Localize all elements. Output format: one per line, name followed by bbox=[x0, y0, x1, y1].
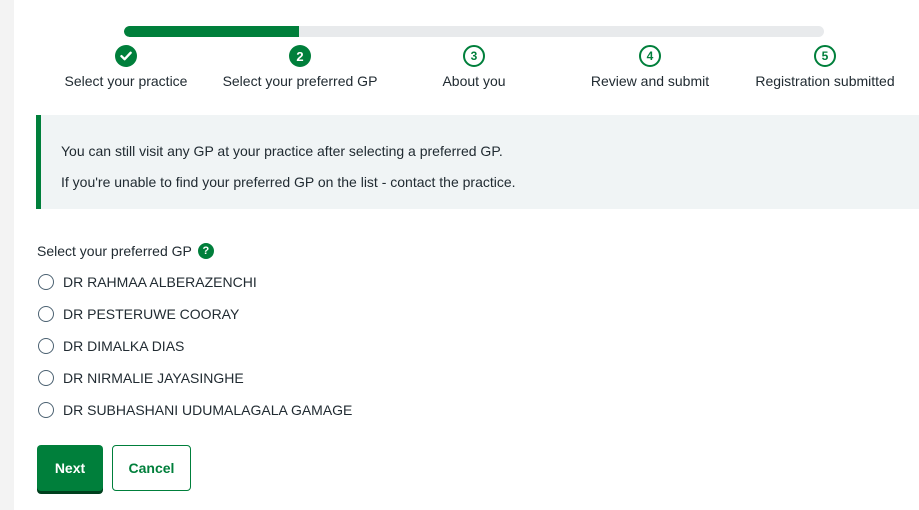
step-label: Registration submitted bbox=[755, 73, 895, 89]
gp-radio-option[interactable]: DR SUBHASHANI UDUMALAGALA GAMAGE bbox=[38, 397, 352, 429]
step-label: Select your preferred GP bbox=[222, 73, 378, 89]
step-select-practice: Select your practice bbox=[56, 45, 196, 89]
progress-bar bbox=[124, 26, 824, 37]
step-number-badge: 4 bbox=[639, 45, 661, 67]
gp-radio-option[interactable]: DR NIRMALIE JAYASINGHE bbox=[38, 365, 352, 397]
radio-button[interactable] bbox=[38, 338, 54, 354]
inset-line: If you're unable to find your preferred … bbox=[61, 174, 516, 190]
info-inset-text: You can still visit any GP at your pract… bbox=[36, 115, 919, 209]
step-label: Review and submit bbox=[590, 73, 710, 89]
gp-radio-option[interactable]: DR PESTERUWE COORAY bbox=[38, 301, 352, 333]
help-icon[interactable]: ? bbox=[197, 243, 214, 259]
radio-label[interactable]: DR NIRMALIE JAYASINGHE bbox=[63, 370, 244, 386]
gp-fieldset-legend: Select your preferred GP ? bbox=[37, 243, 214, 259]
gp-radio-option[interactable]: DR RAHMAA ALBERAZENCHI bbox=[38, 269, 352, 301]
step-number-badge: 2 bbox=[289, 45, 311, 67]
gp-radio-group: DR RAHMAA ALBERAZENCHI DR PESTERUWE COOR… bbox=[38, 269, 352, 429]
legend-text: Select your preferred GP bbox=[37, 243, 192, 259]
radio-button[interactable] bbox=[38, 370, 54, 386]
step-review-submit: 4 Review and submit bbox=[574, 45, 726, 89]
inset-line: You can still visit any GP at your pract… bbox=[61, 143, 503, 159]
radio-label[interactable]: DR SUBHASHANI UDUMALAGALA GAMAGE bbox=[63, 402, 352, 418]
radio-label[interactable]: DR RAHMAA ALBERAZENCHI bbox=[63, 274, 257, 290]
step-label: About you bbox=[442, 73, 506, 89]
next-button[interactable]: Next bbox=[37, 445, 103, 491]
step-number-badge: 5 bbox=[814, 45, 836, 67]
step-label: Select your practice bbox=[64, 73, 188, 89]
radio-label[interactable]: DR DIMALKA DIAS bbox=[63, 338, 184, 354]
step-number-badge: 3 bbox=[463, 45, 485, 67]
radio-button[interactable] bbox=[38, 306, 54, 322]
check-icon bbox=[115, 45, 137, 67]
gp-radio-option[interactable]: DR DIMALKA DIAS bbox=[38, 333, 352, 365]
radio-button[interactable] bbox=[38, 274, 54, 290]
step-select-gp: 2 Select your preferred GP bbox=[208, 45, 392, 89]
cancel-button[interactable]: Cancel bbox=[112, 445, 191, 491]
radio-label[interactable]: DR PESTERUWE COORAY bbox=[63, 306, 239, 322]
step-registration-submitted: 5 Registration submitted bbox=[740, 45, 910, 89]
step-about-you: 3 About you bbox=[414, 45, 534, 89]
radio-button[interactable] bbox=[38, 402, 54, 418]
progress-bar-fill bbox=[124, 26, 299, 37]
stepper: Select your practice 2 Select your prefe… bbox=[0, 45, 919, 95]
